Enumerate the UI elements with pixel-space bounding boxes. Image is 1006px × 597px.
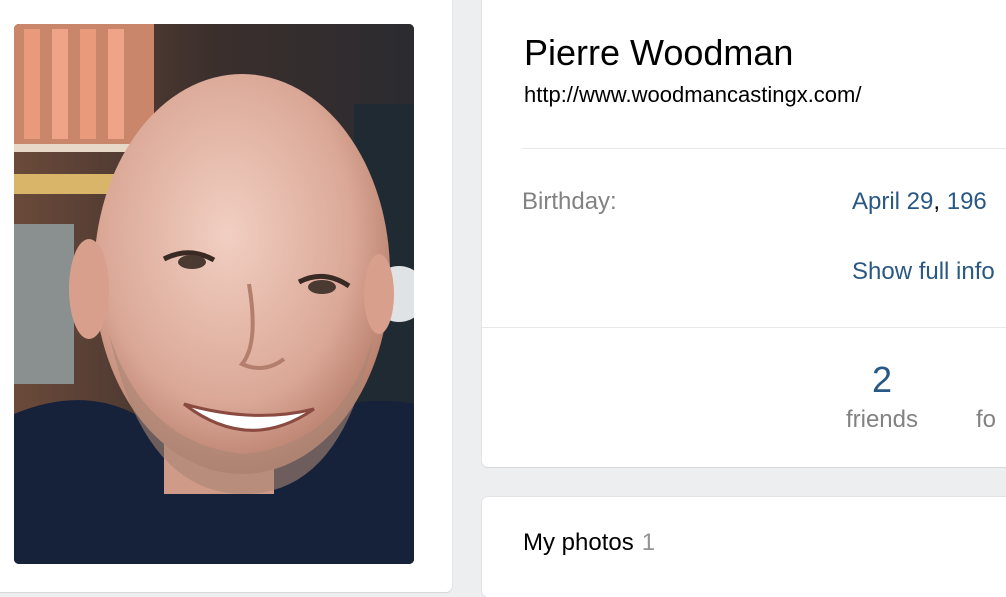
- my-photos-link[interactable]: My photos 1: [523, 529, 655, 557]
- followers-label: fo: [976, 406, 997, 433]
- birthday-separator: ,: [933, 188, 941, 215]
- profile-photo-image: [14, 24, 414, 564]
- profile-info-card: Pierre Woodman http://www.woodmancasting…: [482, 0, 1006, 467]
- avatar-card: [0, 0, 452, 592]
- profile-photo[interactable]: [14, 24, 414, 564]
- profile-status-link[interactable]: http://www.woodmancastingx.com/: [524, 82, 861, 108]
- page-title: Pierre Woodman: [524, 32, 794, 73]
- divider: [482, 327, 1006, 328]
- photos-title: My photos: [523, 529, 634, 556]
- friends-counter[interactable]: 2 friends: [822, 358, 942, 434]
- followers-counter[interactable]: fo: [976, 358, 1006, 434]
- photos-card: My photos 1: [482, 497, 1006, 597]
- birthday-year-link[interactable]: 196: [947, 188, 987, 215]
- friends-count: 2: [871, 359, 893, 400]
- birthday-value: April 29, 196: [852, 188, 987, 216]
- photos-count: 1: [641, 529, 656, 556]
- birthday-date-link[interactable]: April 29: [852, 188, 933, 215]
- birthday-label: Birthday:: [522, 188, 617, 215]
- divider: [522, 148, 1006, 149]
- friends-label: friends: [845, 406, 919, 433]
- show-full-info-link[interactable]: Show full info: [852, 258, 995, 286]
- followers-count: [976, 358, 1006, 402]
